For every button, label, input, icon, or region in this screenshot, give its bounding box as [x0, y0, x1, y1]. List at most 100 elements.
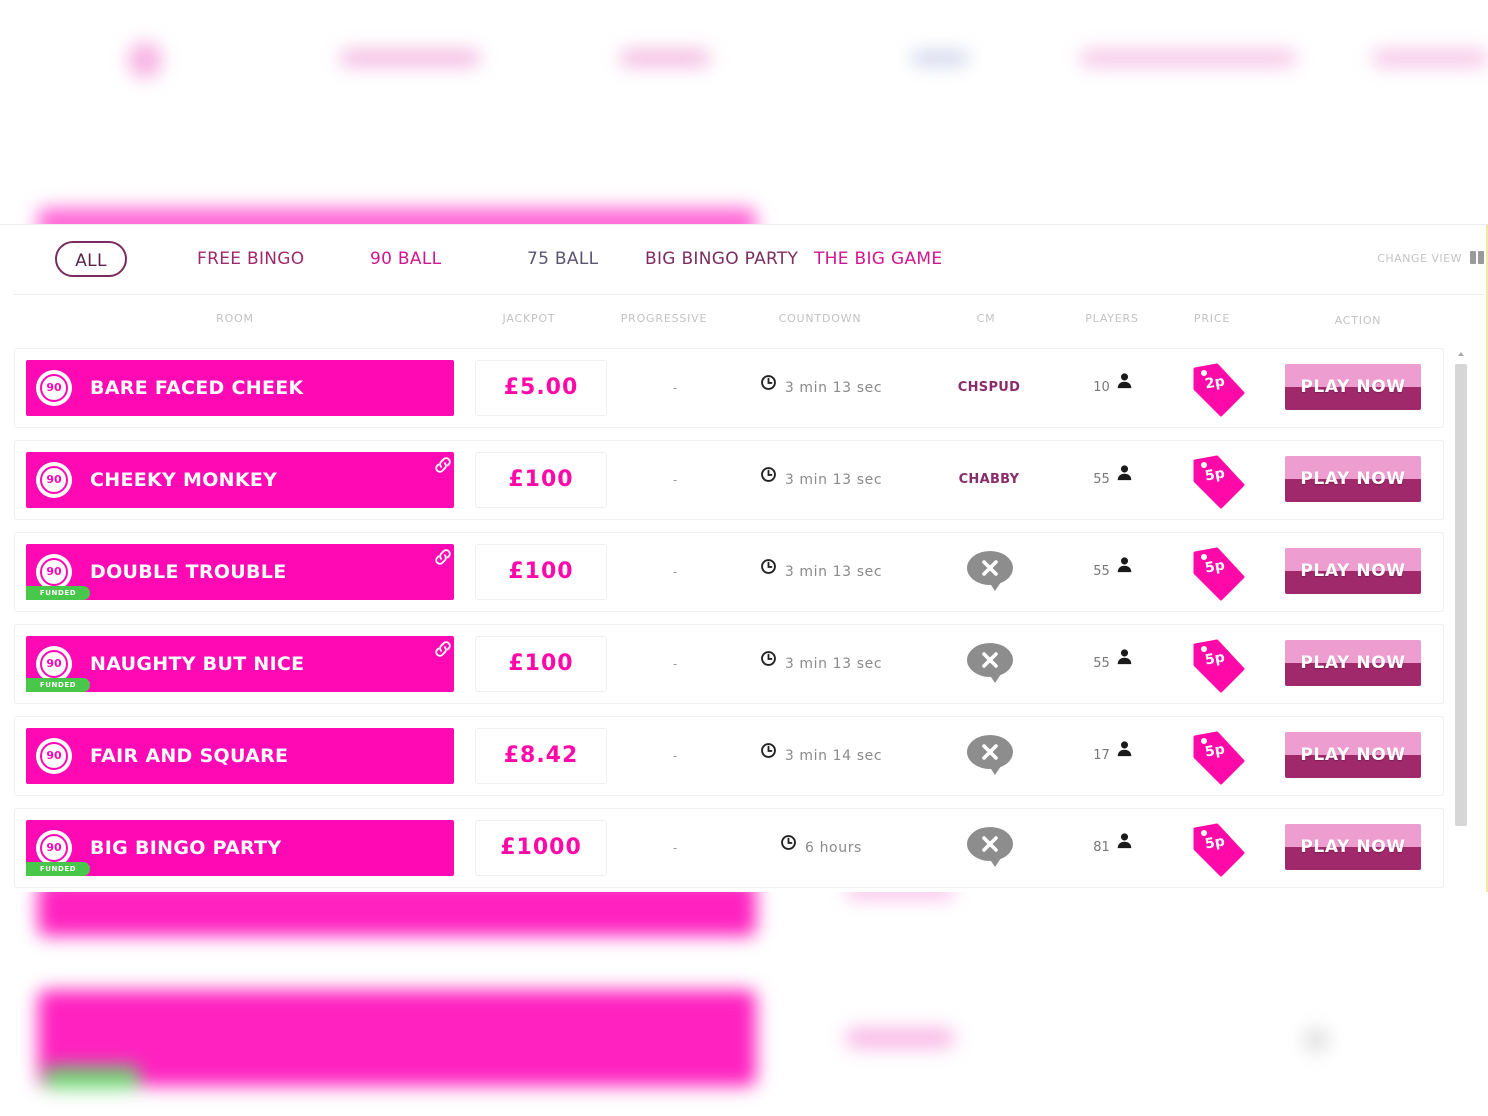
jackpot-value: £8.42	[475, 728, 607, 784]
grid-view-icon	[1468, 251, 1484, 267]
ball-type: 90	[40, 558, 68, 586]
lobby-screen: ALL FREE BINGO 90 BALL 75 BALL BIG BINGO…	[0, 0, 1488, 1116]
person-icon	[1116, 531, 1133, 609]
ticket-price: 5p	[1203, 465, 1227, 485]
players-count-text: 10	[1093, 380, 1110, 395]
change-view-toggle[interactable]: CHANGE VIEW	[1377, 251, 1484, 267]
countdown-text: 3 min 13 sec	[784, 472, 883, 488]
play-now-button[interactable]: PLAY NOW	[1285, 824, 1421, 870]
play-now-button[interactable]: PLAY NOW	[1285, 364, 1421, 410]
ball-type: 90	[40, 466, 68, 494]
column-header-cm: CM	[976, 312, 996, 325]
clock-icon	[780, 808, 797, 886]
players-count-text: 55	[1093, 472, 1110, 487]
room-name-banner[interactable]: 90 CHEEKY MONKEY	[26, 452, 454, 508]
jackpot-value: £100	[475, 452, 607, 508]
filter-free-bingo[interactable]: FREE BINGO	[197, 241, 304, 277]
room-name: NAUGHTY BUT NICE	[90, 653, 305, 675]
price-tag-icon: 2p	[1191, 363, 1247, 421]
progressive-value: -	[672, 565, 678, 579]
room-name-banner[interactable]: 90 NAUGHTY BUT NICE FUNDED	[26, 636, 454, 692]
countdown: 3 min 14 sec	[731, 717, 911, 795]
filter-big-bingo-party[interactable]: BIG BINGO PARTY	[645, 241, 798, 277]
bingo-ball-icon: 90	[36, 646, 72, 682]
scroll-thumb[interactable]	[1455, 364, 1467, 826]
countdown: 3 min 13 sec	[731, 349, 911, 427]
filter-all[interactable]: ALL	[55, 241, 127, 277]
progressive-value: -	[672, 381, 678, 395]
room-name-banner[interactable]: 90 DOUBLE TROUBLE FUNDED	[26, 544, 454, 600]
table-row: 90 BARE FACED CHEEK £5.00 - 3 min 13 sec CHSP…	[14, 348, 1444, 428]
column-header-progressive: PROGRESSIVE	[620, 312, 708, 325]
price-tag-icon: 5p	[1191, 547, 1247, 605]
table-row: 90 NAUGHTY BUT NICE FUNDED £100 - 3 min 13 se…	[14, 624, 1444, 704]
scroll-up-arrow-icon[interactable]	[1458, 352, 1464, 356]
clock-icon	[760, 624, 777, 702]
filter-the-big-game[interactable]: THE BIG GAME	[814, 241, 942, 277]
play-now-button[interactable]: PLAY NOW	[1285, 640, 1421, 686]
funded-badge: FUNDED	[26, 862, 90, 876]
ticket-price: 5p	[1203, 833, 1227, 853]
progressive-value: -	[672, 473, 678, 487]
rooms-scrollbar[interactable]	[1454, 352, 1468, 892]
jackpot-value: £1000	[475, 820, 607, 876]
price-tag-icon: 5p	[1191, 731, 1247, 789]
play-now-button[interactable]: PLAY NOW	[1285, 456, 1421, 502]
clock-icon	[760, 716, 777, 794]
players-count: 55	[1073, 625, 1153, 703]
table-row: 90 DOUBLE TROUBLE FUNDED £100 - 3 min 13 sec 5…	[14, 532, 1444, 612]
table-row: 90 CHEEKY MONKEY £100 - 3 min 13 sec CHABBY 55…	[14, 440, 1444, 520]
bingo-ball-icon: 90	[36, 370, 72, 406]
column-header-price: PRICE	[1193, 312, 1231, 325]
room-name: BARE FACED CHEEK	[90, 377, 304, 399]
progressive-value: -	[672, 841, 678, 855]
room-name: BIG BINGO PARTY	[90, 837, 282, 859]
no-chat-moderator-icon	[965, 733, 1015, 781]
link-icon	[432, 454, 454, 480]
person-icon	[1116, 439, 1133, 517]
ticket-price: 5p	[1203, 649, 1227, 669]
clock-icon	[760, 532, 777, 610]
jackpot-value: £5.00	[475, 360, 607, 416]
play-now-button[interactable]: PLAY NOW	[1285, 732, 1421, 778]
filter-90-ball[interactable]: 90 BALL	[370, 241, 441, 277]
room-name-banner[interactable]: 90 BIG BINGO PARTY FUNDED	[26, 820, 454, 876]
countdown-text: 6 hours	[805, 840, 862, 856]
person-icon	[1116, 347, 1133, 425]
ticket-price: 5p	[1203, 741, 1227, 761]
link-icon	[432, 546, 454, 572]
ball-type: 90	[40, 834, 68, 862]
room-name-banner[interactable]: 90 FAIR AND SQUARE	[26, 728, 454, 784]
price-tag-icon: 5p	[1191, 823, 1247, 881]
ticket-price: 5p	[1203, 557, 1227, 577]
ball-type: 90	[40, 650, 68, 678]
countdown-text: 3 min 13 sec	[784, 564, 883, 580]
bingo-ball-icon: 90	[36, 830, 72, 866]
countdown: 3 min 13 sec	[731, 441, 911, 519]
countdown-text: 3 min 14 sec	[784, 748, 883, 764]
price-tag-icon: 5p	[1191, 639, 1247, 697]
room-filter-bar: ALL FREE BINGO 90 BALL 75 BALL BIG BINGO…	[14, 225, 1484, 295]
price-tag-icon: 5p	[1191, 455, 1247, 513]
person-icon	[1116, 715, 1133, 793]
column-header-countdown: COUNTDOWN	[778, 312, 862, 325]
players-count-text: 55	[1093, 564, 1110, 579]
room-name: DOUBLE TROUBLE	[90, 561, 287, 583]
countdown: 3 min 13 sec	[731, 533, 911, 611]
filter-75-ball[interactable]: 75 BALL	[527, 241, 598, 277]
play-now-button[interactable]: PLAY NOW	[1285, 548, 1421, 594]
chat-moderator: CHABBY	[958, 472, 1020, 487]
table-row: 90 BIG BINGO PARTY FUNDED £1000 - 6 hours 81 5p…	[14, 808, 1444, 888]
person-icon	[1116, 807, 1133, 885]
room-name: CHEEKY MONKEY	[90, 469, 278, 491]
bingo-rooms-panel: ALL FREE BINGO 90 BALL 75 BALL BIG BINGO…	[0, 224, 1488, 892]
no-chat-moderator-icon	[965, 549, 1015, 597]
jackpot-value: £100	[475, 544, 607, 600]
room-name: FAIR AND SQUARE	[90, 745, 289, 767]
clock-icon	[760, 440, 777, 518]
column-header-room: ROOM	[216, 312, 254, 325]
room-name-banner[interactable]: 90 BARE FACED CHEEK	[26, 360, 454, 416]
bingo-ball-icon: 90	[36, 738, 72, 774]
bingo-ball-icon: 90	[36, 462, 72, 498]
funded-badge: FUNDED	[26, 586, 90, 600]
